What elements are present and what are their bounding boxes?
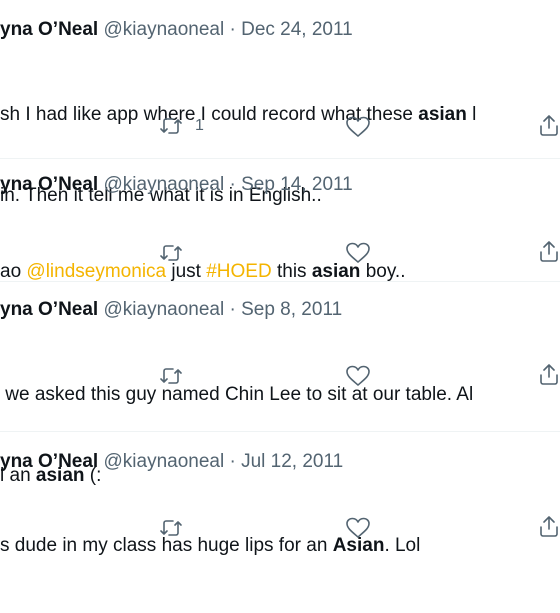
tweet-text: s dude in my class has huge lips for an … [0, 478, 420, 613]
retweet-icon[interactable] [160, 243, 182, 263]
tweet[interactable]: yna O’Neal @kiaynaoneal · Sep 8, 2011 we… [0, 282, 560, 486]
mention-link[interactable]: @lindseymonica [26, 261, 166, 282]
like-icon[interactable] [346, 116, 370, 138]
tweet-date[interactable]: Sep 14, 2011 [241, 174, 353, 195]
share-icon[interactable] [538, 362, 560, 386]
tweet-line: we asked this guy named Chin Lee to sit … [0, 384, 474, 405]
retweet-count: 1 [195, 117, 204, 134]
like-icon[interactable] [346, 242, 370, 264]
tweet[interactable]: yna O’Neal @kiaynaoneal · Sep 14, 2011 a… [0, 159, 560, 282]
tweet[interactable]: yna O’Neal @kiaynaoneal · Dec 24, 2011 s… [0, 0, 560, 206]
like-icon[interactable] [346, 517, 370, 539]
tweet-line: sh I had like app where I could record w… [0, 104, 477, 125]
tweet[interactable]: yna O’Neal @kiaynaoneal · Jul 12, 2011 s… [0, 432, 560, 560]
author-name[interactable]: yna O’Neal [0, 299, 98, 320]
author-name[interactable]: yna O’Neal [0, 451, 98, 472]
tweet-header: yna O’Neal @kiaynaoneal · Sep 8, 2011 [0, 298, 342, 322]
share-icon[interactable] [538, 239, 560, 263]
retweet-icon[interactable] [160, 518, 182, 538]
tweet-header: yna O’Neal @kiaynaoneal · Dec 24, 2011 [0, 18, 353, 42]
retweet-icon[interactable] [160, 366, 182, 386]
hashtag-link[interactable]: #HOED [206, 261, 271, 282]
share-icon[interactable] [538, 113, 560, 137]
tweet-header: yna O’Neal @kiaynaoneal · Jul 12, 2011 [0, 450, 343, 474]
share-icon[interactable] [538, 514, 560, 538]
tweet-date[interactable]: Dec 24, 2011 [241, 19, 353, 40]
author-handle[interactable]: @kiaynaoneal [104, 451, 225, 472]
author-handle[interactable]: @kiaynaoneal [104, 19, 225, 40]
tweet-header: yna O’Neal @kiaynaoneal · Sep 14, 2011 [0, 173, 353, 197]
author-name[interactable]: yna O’Neal [0, 19, 98, 40]
separator: · [229, 19, 236, 40]
tweet-date[interactable]: Jul 12, 2011 [241, 451, 343, 472]
separator: · [229, 451, 236, 472]
author-handle[interactable]: @kiaynaoneal [104, 174, 225, 195]
tweet-date[interactable]: Sep 8, 2011 [241, 299, 342, 320]
like-icon[interactable] [346, 365, 370, 387]
separator: · [229, 174, 236, 195]
author-handle[interactable]: @kiaynaoneal [104, 299, 225, 320]
author-name[interactable]: yna O’Neal [0, 174, 98, 195]
retweet-icon[interactable] [160, 116, 182, 136]
separator: · [229, 299, 236, 320]
